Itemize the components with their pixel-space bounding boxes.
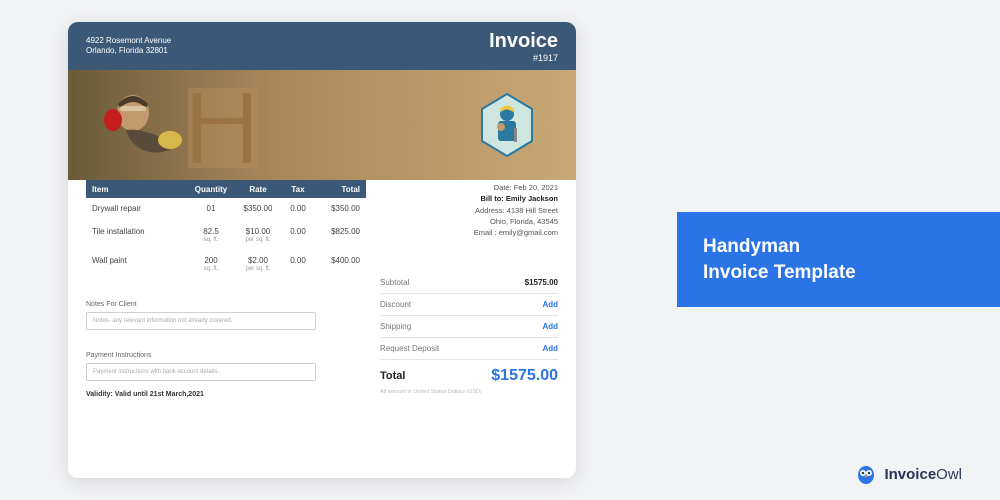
- brand-logo: InvoiceOwl: [854, 462, 962, 486]
- discount-label: Discount: [380, 300, 411, 309]
- handyman-logo-icon: [478, 92, 536, 158]
- col-rate: Rate: [236, 185, 280, 194]
- shipping-label: Shipping: [380, 322, 411, 331]
- col-quantity: Quantity: [186, 185, 236, 194]
- subtotal-label: Subtotal: [380, 278, 409, 287]
- table-row: Wall paint 200sq. ft. $2.00per sq. ft. 0…: [86, 250, 366, 279]
- cell-qty: 82.5sq. ft.: [186, 227, 236, 243]
- bill-to-block: Date: Feb 20, 2021 Bill to: Emily Jackso…: [380, 180, 558, 238]
- add-deposit-link[interactable]: Add: [542, 344, 558, 353]
- invoice-number: #1917: [489, 53, 558, 63]
- address-line-2: Orlando, Florida 32801: [86, 46, 171, 56]
- invoice-title: Invoice: [489, 30, 558, 53]
- promo-line-2: Invoice Template: [703, 260, 1000, 286]
- shipping-row: Shipping Add: [380, 316, 558, 338]
- subtotal-value: $1575.00: [525, 278, 558, 287]
- invoice-header: 4922 Rosemont Avenue Orlando, Florida 32…: [68, 22, 576, 70]
- invoice-title-block: Invoice #1917: [489, 30, 558, 63]
- invoice-card: 4922 Rosemont Avenue Orlando, Florida 32…: [68, 22, 576, 478]
- add-discount-link[interactable]: Add: [542, 300, 558, 309]
- cell-total: $400.00: [316, 256, 366, 265]
- table-row: Tile installation 82.5sq. ft. $10.00per …: [86, 221, 366, 250]
- hero-image: [68, 70, 576, 180]
- cell-tax: 0.00: [280, 227, 316, 236]
- cell-item: Tile installation: [86, 227, 186, 236]
- total-value: $1575.00: [491, 367, 558, 385]
- total-label: Total: [380, 370, 405, 382]
- deposit-label: Request Deposit: [380, 344, 439, 353]
- subtotal-row: Subtotal $1575.00: [380, 272, 558, 294]
- owl-icon: [854, 462, 878, 486]
- cell-item: Drywall repair: [86, 204, 186, 213]
- add-shipping-link[interactable]: Add: [542, 322, 558, 331]
- payment-label: Payment Instructions: [86, 352, 366, 359]
- cell-tax: 0.00: [280, 204, 316, 213]
- validity-text: Validity: Valid until 21st March,2021: [86, 391, 366, 398]
- cell-qty: 200sq. ft.: [186, 256, 236, 272]
- currency-disclaimer: All amount in United States Dollars (USD…: [380, 389, 558, 395]
- cell-rate: $10.00per sq. ft.: [236, 227, 280, 243]
- total-row: Total $1575.00: [380, 360, 558, 387]
- worker-illustration: [88, 78, 268, 178]
- table-row: Drywall repair 01 $350.00 0.00 $350.00: [86, 198, 366, 221]
- notes-input[interactable]: Notes- any relevant information not alre…: [86, 312, 316, 330]
- cell-tax: 0.00: [280, 256, 316, 265]
- cell-item: Wall paint: [86, 256, 186, 265]
- cell-rate: $2.00per sq. ft.: [236, 256, 280, 272]
- company-address: 4922 Rosemont Avenue Orlando, Florida 32…: [86, 36, 171, 57]
- discount-row: Discount Add: [380, 294, 558, 316]
- notes-label: Notes For Client: [86, 301, 366, 308]
- cell-total: $825.00: [316, 227, 366, 236]
- deposit-row: Request Deposit Add: [380, 338, 558, 360]
- promo-banner: Handyman Invoice Template: [677, 212, 1000, 307]
- cell-rate: $350.00: [236, 204, 280, 214]
- col-tax: Tax: [280, 185, 316, 194]
- cell-total: $350.00: [316, 204, 366, 213]
- table-header: Item Quantity Rate Tax Total: [86, 180, 366, 198]
- promo-line-1: Handyman: [703, 234, 1000, 260]
- col-item: Item: [86, 185, 186, 194]
- brand-name: InvoiceOwl: [884, 466, 962, 483]
- cell-qty: 01: [186, 204, 236, 214]
- payment-input[interactable]: Payment instructions with bank account d…: [86, 363, 316, 381]
- address-line-1: 4922 Rosemont Avenue: [86, 36, 171, 46]
- col-total: Total: [316, 185, 366, 194]
